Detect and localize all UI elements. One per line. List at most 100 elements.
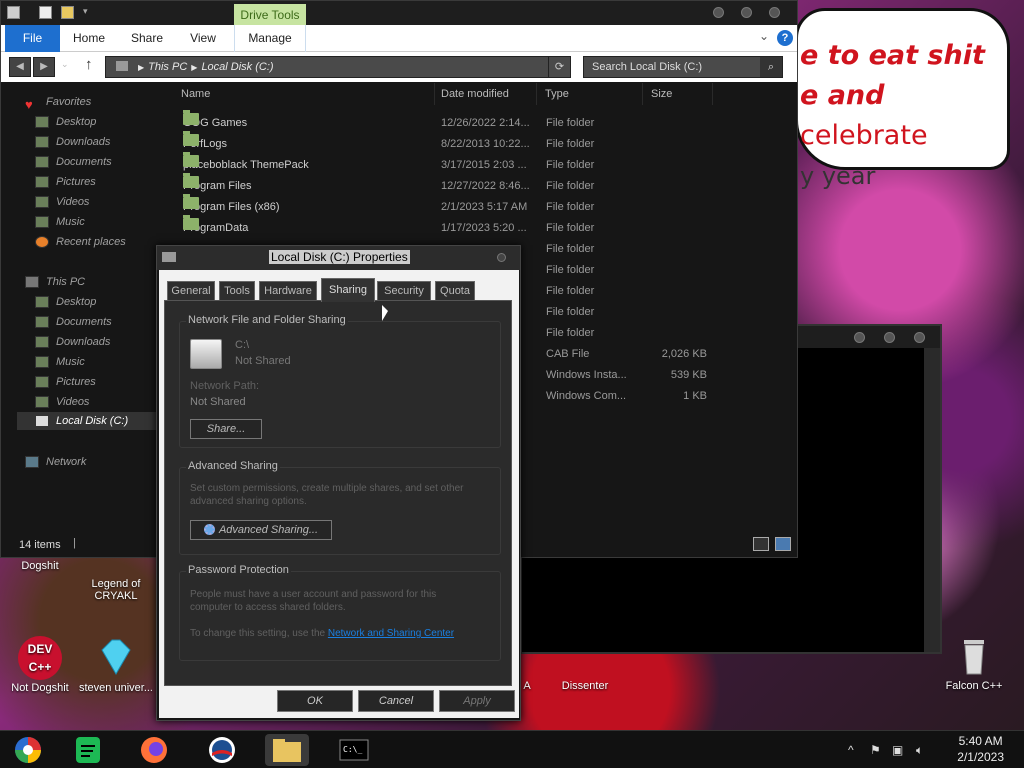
explorer-titlebar[interactable]: ▾ Drive Tools [1, 1, 797, 26]
new-folder-icon[interactable] [61, 6, 74, 19]
tab-sharing[interactable]: Sharing [321, 278, 375, 302]
tab-quota[interactable]: Quota [435, 281, 475, 301]
properties-dialog[interactable]: Local Disk (C:) Properties General Tools… [156, 245, 521, 721]
breadcrumb-this-pc[interactable]: This PC [148, 61, 187, 73]
nav-fav-videos[interactable]: Videos [35, 193, 89, 211]
tab-tools[interactable]: Tools [219, 281, 255, 301]
table-row[interactable]: GOG Games 12/26/2022 2:14... File folder [173, 110, 733, 134]
desktop-icon-dogshit[interactable]: Dogshit [0, 560, 80, 572]
maximize-button[interactable] [741, 7, 752, 18]
table-row[interactable]: Program Files (x86) 2/1/2023 5:17 AM File … [173, 194, 733, 218]
file-name: GOG Games [183, 110, 247, 134]
action-center-flag-icon[interactable]: ⚑ [870, 743, 881, 757]
window-icon[interactable] [7, 6, 20, 19]
drive-share-state: Not Shared [235, 355, 291, 367]
nav-pc-documents[interactable]: Documents [35, 313, 112, 331]
network-path-label: Network Path: [190, 380, 260, 392]
search-input[interactable]: Search Local Disk (C:) ⌕ [583, 56, 783, 78]
nav-fav-documents[interactable]: Documents [35, 153, 112, 171]
console-taskbar-button[interactable]: C:\_ [332, 734, 376, 766]
nav-network[interactable]: Network [25, 453, 86, 471]
tab-security[interactable]: Security [377, 281, 431, 301]
back-button[interactable]: ◀ [9, 57, 31, 77]
nav-pc-local-disk[interactable]: Local Disk (C:) [17, 412, 166, 430]
documents-icon [35, 156, 49, 168]
tab-home[interactable]: Home [65, 25, 113, 52]
spotify-icon[interactable] [68, 734, 108, 766]
advanced-sharing-button[interactable]: Advanced Sharing... [190, 520, 332, 540]
nav-pc-music[interactable]: Music [35, 353, 85, 371]
nav-fav-recent-places[interactable]: Recent places [35, 233, 126, 251]
desktop-icon-dissenter[interactable]: Dissenter [545, 680, 625, 692]
desktop-icon-falcon-cpp[interactable]: Falcon C++ [934, 634, 1014, 692]
nav-this-pc[interactable]: This PC [25, 273, 85, 291]
show-hidden-icons[interactable]: ^ [848, 743, 854, 757]
volume-icon[interactable]: 🔈︎ [916, 743, 923, 758]
table-row[interactable]: placeboblack ThemePack 3/17/2015 2:03 ...… [173, 152, 733, 176]
nav-fav-desktop[interactable]: Desktop [35, 113, 96, 131]
desktop-icon-not-dogshit[interactable]: DEV C++ Not Dogshit [0, 636, 80, 694]
start-button[interactable] [8, 734, 48, 766]
ribbon-expand-icon[interactable]: ⌄ [759, 29, 769, 43]
apply-button[interactable]: Apply [439, 690, 515, 712]
network-sharing-center-link[interactable]: Network and Sharing Center [328, 628, 454, 639]
qat-dropdown-icon[interactable]: ▾ [83, 6, 88, 17]
properties-icon[interactable] [39, 6, 52, 19]
obama-icon[interactable] [202, 734, 242, 766]
share-button[interactable]: Share... [190, 419, 262, 439]
close-button[interactable] [497, 253, 506, 262]
maximize-button[interactable] [884, 332, 895, 343]
recent-locations-icon[interactable]: ⌄ [61, 59, 69, 70]
breadcrumb-local-disk[interactable]: Local Disk (C:) [201, 61, 273, 73]
nav-fav-pictures[interactable]: Pictures [35, 173, 96, 191]
nav-fav-downloads[interactable]: Downloads [35, 133, 110, 151]
column-size[interactable]: Size [643, 83, 713, 105]
nav-pc-desktop[interactable]: Desktop [35, 293, 96, 311]
minimize-button[interactable] [854, 332, 865, 343]
address-bar[interactable]: ▶ This PC ▶ Local Disk (C:) ⟳ [105, 56, 571, 78]
folder-icon [183, 152, 199, 167]
system-clock[interactable]: 5:40 AM 2/1/2023 [957, 733, 1004, 765]
minimize-button[interactable] [713, 7, 724, 18]
search-icon[interactable]: ⌕ [760, 57, 782, 77]
file-explorer-taskbar-button[interactable] [265, 734, 309, 766]
password-protection-group: Password Protection People must have a u… [179, 564, 501, 661]
network-tray-icon[interactable]: ▣ [892, 743, 903, 757]
tab-share[interactable]: Share [121, 25, 173, 52]
up-arrow-icon[interactable]: ↑ [85, 56, 93, 73]
close-button[interactable] [914, 332, 925, 343]
cancel-button[interactable]: Cancel [358, 690, 434, 712]
tab-manage[interactable]: Manage [234, 25, 306, 52]
nav-favorites[interactable]: ♥ Favorites [25, 93, 91, 112]
nav-pc-downloads[interactable]: Downloads [35, 333, 110, 351]
forward-button[interactable]: ▶ [33, 57, 55, 77]
column-type[interactable]: Type [537, 83, 643, 105]
table-row[interactable]: PerfLogs 8/22/2013 10:22... File folder [173, 131, 733, 155]
file-date: 1/17/2023 5:20 ... [441, 222, 527, 234]
table-row[interactable]: ProgramData 1/17/2023 5:20 ... File folder [173, 215, 733, 239]
tab-view[interactable]: View [181, 25, 225, 52]
large-icons-view-icon[interactable] [775, 537, 791, 551]
nav-fav-music[interactable]: Music [35, 213, 85, 231]
table-row[interactable]: Program Files 12/27/2022 8:46... File fold… [173, 173, 733, 197]
nav-pc-videos[interactable]: Videos [35, 393, 89, 411]
desktop-icon-legend-of-cryakl[interactable]: Legend of CRYAKL [76, 578, 156, 602]
close-button[interactable] [769, 7, 780, 18]
help-icon[interactable]: ? [777, 30, 793, 46]
documents-icon [35, 316, 49, 328]
desktop-icon-steven-universe[interactable]: steven univer... [76, 636, 156, 694]
firefox-icon[interactable] [134, 734, 174, 766]
sharing-tab-page: Network File and Folder Sharing C:\ Not … [164, 300, 512, 686]
column-name[interactable]: Name [173, 83, 435, 105]
dialog-titlebar[interactable]: Local Disk (C:) Properties [157, 246, 520, 270]
details-view-icon[interactable] [753, 537, 769, 551]
folder-icon [183, 194, 199, 209]
ok-button[interactable]: OK [277, 690, 353, 712]
nav-pc-pictures[interactable]: Pictures [35, 373, 96, 391]
tab-file[interactable]: File [5, 25, 60, 52]
column-date-modified[interactable]: Date modified [433, 83, 537, 105]
console-scrollbar[interactable] [924, 348, 940, 652]
refresh-icon[interactable]: ⟳ [548, 57, 570, 77]
tab-hardware[interactable]: Hardware [259, 281, 317, 301]
tab-general[interactable]: General [167, 281, 215, 301]
